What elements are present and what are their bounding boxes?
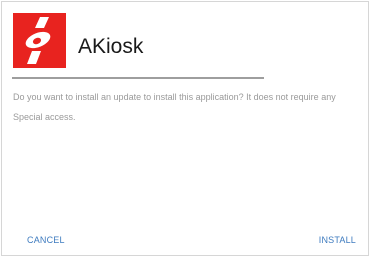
akiosk-logo-icon (13, 13, 66, 68)
install-button[interactable]: INSTALL (319, 234, 356, 246)
app-name: AKiosk (78, 35, 144, 58)
install-message: Do you want to install an update to inst… (13, 92, 336, 122)
cancel-button[interactable]: CANCEL (27, 234, 65, 246)
install-dialog: AKiosk Do you want to install an update … (1, 1, 369, 256)
divider (12, 77, 264, 79)
